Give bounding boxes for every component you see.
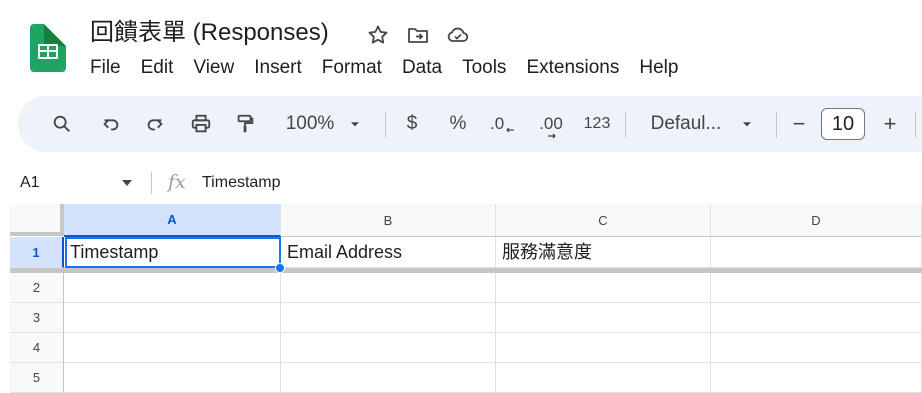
undo-icon[interactable] <box>98 96 124 152</box>
column-header-a[interactable]: A <box>64 204 281 237</box>
cell-c3[interactable] <box>496 303 711 333</box>
cell-a2[interactable] <box>64 273 281 303</box>
menu-file[interactable]: File <box>90 56 131 80</box>
redo-icon[interactable] <box>142 96 168 152</box>
cloud-status-icon[interactable] <box>446 23 470 47</box>
select-all-corner[interactable] <box>10 204 64 236</box>
print-icon[interactable] <box>188 96 214 152</box>
sheets-logo-icon[interactable] <box>30 24 66 72</box>
name-box[interactable]: A1 <box>20 174 40 192</box>
increase-font-size-button[interactable]: + <box>879 96 901 152</box>
decrease-font-size-button[interactable]: − <box>788 96 810 152</box>
menu-extensions[interactable]: Extensions <box>516 56 629 80</box>
zoom-chevron-down-icon[interactable] <box>348 96 362 152</box>
row-header-1[interactable]: 1 <box>10 237 64 268</box>
menu-edit[interactable]: Edit <box>131 56 184 80</box>
font-size-input[interactable]: 10 <box>821 108 865 140</box>
cell-b2[interactable] <box>281 273 496 303</box>
menu-format[interactable]: Format <box>312 56 392 80</box>
cell-c4[interactable] <box>496 333 711 363</box>
font-chevron-down-icon[interactable] <box>740 96 754 152</box>
cell-b3[interactable] <box>281 303 496 333</box>
cell-c5[interactable] <box>496 363 711 393</box>
column-header-b[interactable]: B <box>281 204 496 237</box>
cell-d3[interactable] <box>711 303 922 333</box>
menu-tools[interactable]: Tools <box>452 56 516 80</box>
decrease-decimal-button[interactable]: .0 <box>490 96 516 152</box>
menu-help[interactable]: Help <box>629 56 688 80</box>
cell-a3[interactable] <box>64 303 281 333</box>
decrease-decimal-label: .0 <box>490 114 505 133</box>
active-cell-border <box>65 237 281 268</box>
cell-d5[interactable] <box>711 363 922 393</box>
formula-input[interactable]: Timestamp <box>202 174 281 192</box>
spreadsheet-grid: A B C D 1 2 3 4 5 Timestamp Email Addres… <box>0 204 922 393</box>
function-icon: fx <box>168 171 186 193</box>
percent-format-button[interactable]: % <box>446 96 470 152</box>
search-icon[interactable] <box>48 96 76 152</box>
menu-data[interactable]: Data <box>392 56 452 80</box>
column-header-d[interactable]: D <box>711 204 922 237</box>
fill-handle[interactable] <box>275 263 285 273</box>
cell-a5[interactable] <box>64 363 281 393</box>
row-header-3[interactable]: 3 <box>10 303 64 333</box>
paint-format-icon[interactable] <box>232 96 258 152</box>
menu-view[interactable]: View <box>183 56 244 80</box>
move-to-folder-icon[interactable] <box>406 23 430 47</box>
cell-b1[interactable]: Email Address <box>281 237 496 268</box>
cell-b5[interactable] <box>281 363 496 393</box>
name-box-chevron-down-icon[interactable] <box>122 180 132 186</box>
cell-d1[interactable] <box>711 237 922 268</box>
row-header-4[interactable]: 4 <box>10 333 64 363</box>
menu-insert[interactable]: Insert <box>244 56 312 80</box>
increase-decimal-button[interactable]: .00 <box>536 96 566 152</box>
star-icon[interactable] <box>366 23 390 47</box>
row-header-5[interactable]: 5 <box>10 363 64 393</box>
cell-c2[interactable] <box>496 273 711 303</box>
cell-d4[interactable] <box>711 333 922 363</box>
cell-c1[interactable]: 服務滿意度 <box>496 237 711 268</box>
font-family-select[interactable]: Defaul... <box>646 96 726 152</box>
formula-bar: A1 fx Timestamp <box>0 166 922 200</box>
currency-format-button[interactable]: $ <box>402 96 422 152</box>
menu-bar: File Edit View Insert Format Data Tools … <box>90 56 688 80</box>
toolbar: 100% $ % .0 .00 123 Defaul... − 10 + <box>18 96 922 152</box>
row-header-2[interactable]: 2 <box>10 273 64 303</box>
formula-bar-divider <box>151 172 152 194</box>
cell-a4[interactable] <box>64 333 281 363</box>
zoom-select[interactable]: 100% <box>282 96 338 152</box>
cell-d2[interactable] <box>711 273 922 303</box>
document-title[interactable]: 回饋表單 (Responses) <box>90 18 329 48</box>
column-header-c[interactable]: C <box>496 204 711 237</box>
number-format-button[interactable]: 123 <box>582 96 612 152</box>
cell-b4[interactable] <box>281 333 496 363</box>
